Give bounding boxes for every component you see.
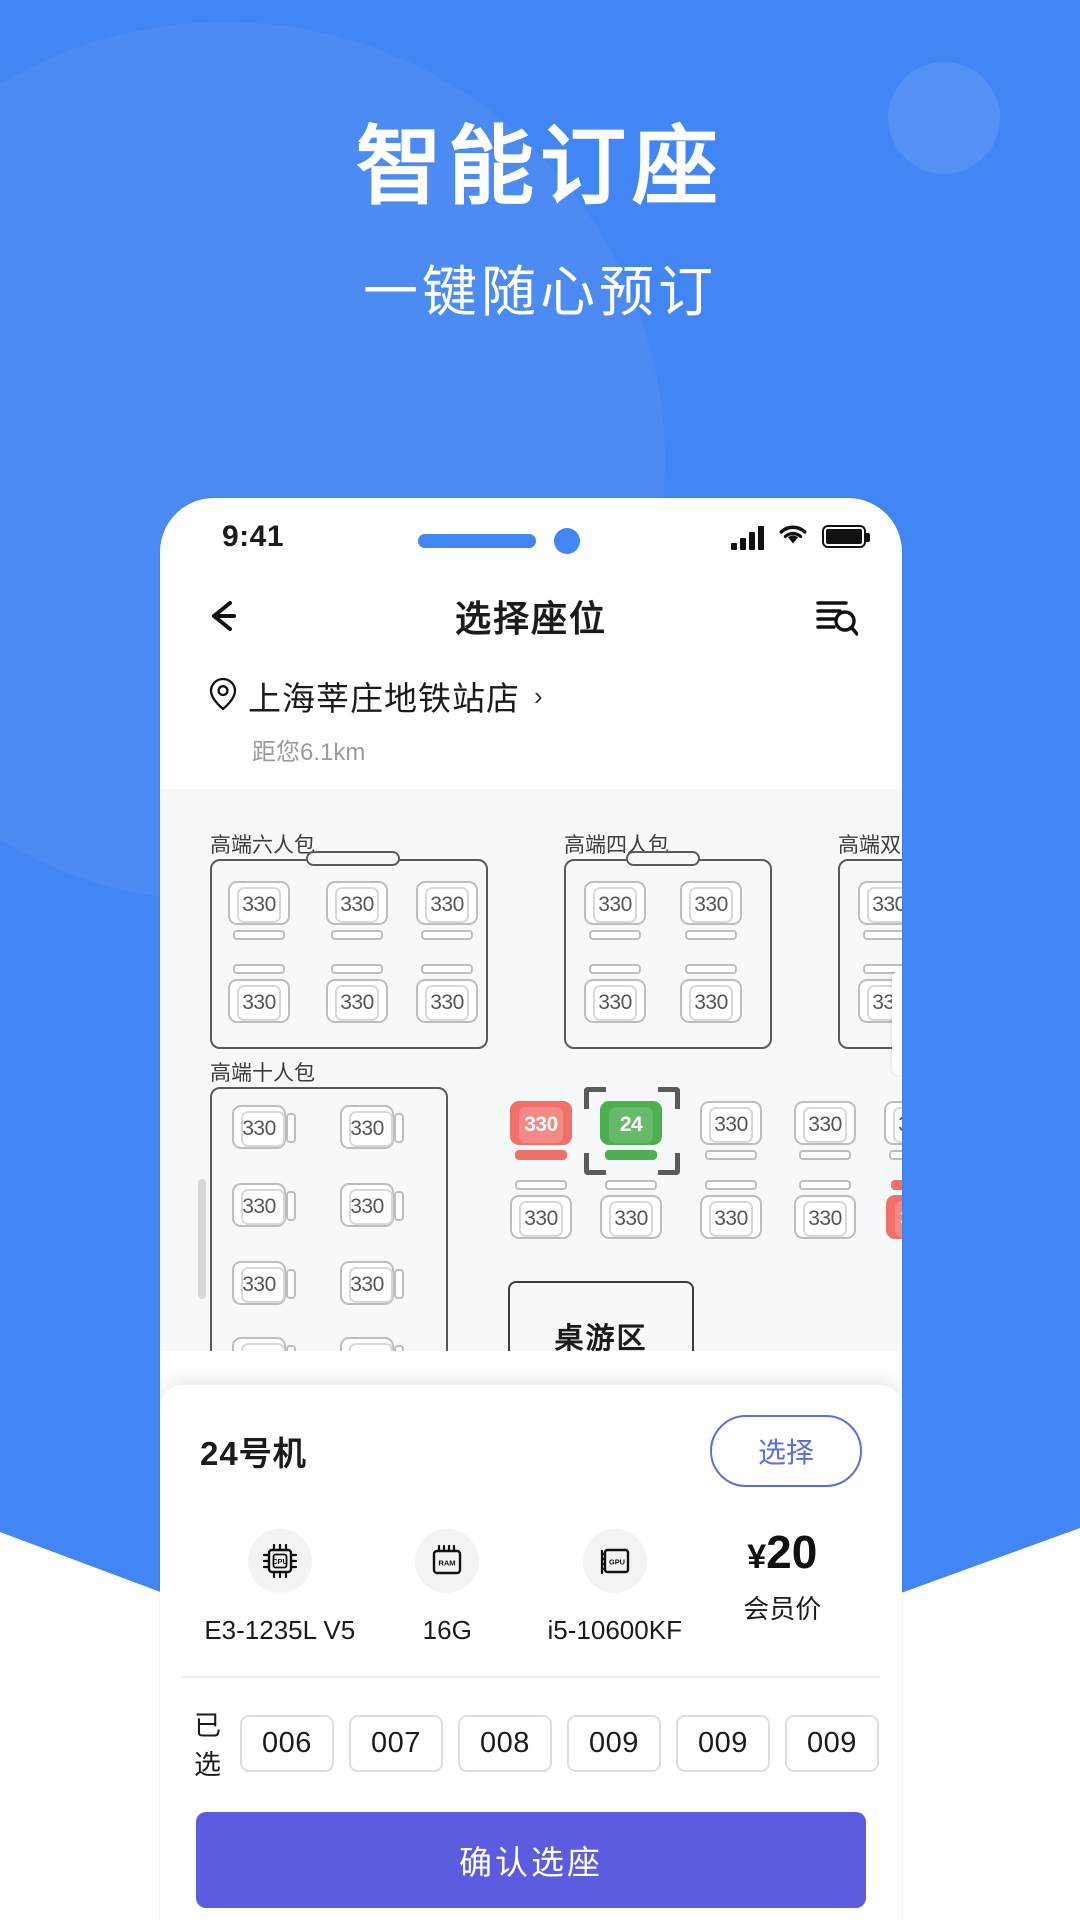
phone-mockup: 9:41 选择座位 上海莘庄地铁站店 › 距您6.1km 高端六人包 330 3… xyxy=(160,498,902,1920)
room-label-4: 高端十人包 xyxy=(210,1062,315,1085)
battery-icon xyxy=(822,525,870,548)
seat[interactable]: 330⌃ xyxy=(416,961,478,1023)
price-block: ¥20 会员价 xyxy=(699,1529,867,1626)
seat[interactable]: 330 xyxy=(340,1105,404,1167)
gpu-icon: GPU xyxy=(582,1529,647,1593)
promo-title: 智能订座 xyxy=(356,119,724,215)
room-door-1 xyxy=(306,851,400,866)
seat-detail-sheet: 24号机 选择 CPU E3-1235L V5 RAM 16G GPU i5-1… xyxy=(160,1385,902,1920)
status-bar: 9:41 xyxy=(160,498,902,570)
spec-cpu-value: E3-1235L V5 xyxy=(204,1615,356,1645)
spec-ram-value: 16G xyxy=(422,1615,472,1645)
seat[interactable]: 330⌃ xyxy=(326,961,388,1023)
svg-text:CPU: CPU xyxy=(272,1557,288,1566)
currency-symbol: ¥ xyxy=(747,1538,767,1576)
seat[interactable]: 330⌃ xyxy=(794,1177,856,1239)
seat[interactable]: 330⌄ xyxy=(794,1101,856,1163)
map-right-handle[interactable] xyxy=(892,971,902,1075)
filter-search-icon[interactable] xyxy=(814,594,859,638)
promo-text-block: 智能订座 一键随心预订 xyxy=(0,120,1080,327)
seat[interactable]: 330⌃ xyxy=(228,961,290,1023)
seat[interactable]: 330⌃ xyxy=(510,1177,572,1239)
room-door-2 xyxy=(626,851,700,866)
select-button[interactable]: 选择 xyxy=(709,1415,862,1487)
sheet-bottom-padding xyxy=(160,1908,902,1920)
store-name: 上海莘庄地铁站店 xyxy=(248,680,520,717)
chosen-label: 已选 xyxy=(194,1711,221,1780)
seat[interactable]: 330⌃ xyxy=(600,1177,662,1239)
seat-occupied[interactable]: 330⌄ xyxy=(510,1101,572,1163)
chevron-right-icon: › xyxy=(534,680,543,711)
back-arrow-icon[interactable] xyxy=(202,593,248,639)
app-navbar: 选择座位 xyxy=(160,570,902,662)
room-label-1: 高端六人包 xyxy=(210,834,315,857)
seat[interactable]: 330⌄ xyxy=(858,881,902,943)
status-bar-time: 9:41 xyxy=(222,520,285,553)
location-pin-icon xyxy=(208,677,238,716)
specs-row: CPU E3-1235L V5 RAM 16G GPU i5-10600KF ¥… xyxy=(160,1513,902,1676)
room-label-3: 高端双人包 xyxy=(838,834,902,857)
chosen-seat-chip[interactable]: 006 xyxy=(240,1714,334,1772)
svg-text:GPU: GPU xyxy=(609,1557,625,1566)
sheet-header: 24号机 选择 xyxy=(160,1385,902,1513)
seat[interactable]: 330 xyxy=(232,1183,296,1245)
confirm-seat-button[interactable]: 确认选座 xyxy=(196,1812,866,1908)
seat[interactable]: 330⌃ xyxy=(680,961,742,1023)
chosen-seat-chip[interactable]: 008 xyxy=(458,1714,552,1772)
chosen-seats-row: 已选 006 007 008 009 009 009 xyxy=(160,1678,902,1800)
cellular-signal-icon xyxy=(731,524,764,550)
seat[interactable]: 330 xyxy=(232,1337,296,1351)
store-section[interactable]: 上海莘庄地铁站店 › 距您6.1km xyxy=(160,662,902,767)
seat[interactable]: 330 xyxy=(340,1183,404,1245)
seat[interactable]: 330⌃ xyxy=(700,1177,762,1239)
status-bar-icons xyxy=(731,522,870,551)
promo-subtitle: 一键随心预订 xyxy=(362,260,717,323)
seat[interactable]: 330⌃ xyxy=(584,961,646,1023)
notch-pill-indicator xyxy=(418,534,536,548)
seat[interactable]: 330⌄ xyxy=(884,1101,902,1163)
price-value: ¥20 xyxy=(747,1529,817,1575)
svg-text:RAM: RAM xyxy=(439,1559,456,1568)
board-game-room-label: 桌游区 xyxy=(554,1323,648,1351)
seat[interactable]: 330 xyxy=(232,1261,296,1323)
seat-map[interactable]: 高端六人包 330⌄ 330⌄ 330⌄ 330⌃ 330⌃ xyxy=(160,789,902,1351)
seat-occupied[interactable]: 330⌃ xyxy=(886,1177,902,1239)
ram-icon: RAM xyxy=(415,1529,480,1593)
notch-dot-indicator xyxy=(554,528,580,554)
board-game-room[interactable]: 桌游区 xyxy=(508,1281,694,1351)
spec-ram: RAM 16G xyxy=(364,1529,532,1646)
chosen-seat-chip[interactable]: 009 xyxy=(676,1714,770,1772)
seat-selected[interactable]: 24⌄ xyxy=(600,1101,662,1163)
cpu-icon: CPU xyxy=(247,1529,312,1593)
screenshot-root: 智能订座 一键随心预订 9:41 选择座位 上海莘庄地铁站店 › 距您6.1km… xyxy=(0,0,1080,1920)
wifi-icon xyxy=(777,522,809,551)
spec-gpu-value: i5-10600KF xyxy=(547,1615,682,1645)
map-vertical-scrollbar[interactable] xyxy=(198,1179,206,1299)
price-label: 会员价 xyxy=(743,1594,822,1624)
selected-seat-title: 24号机 xyxy=(200,1435,307,1472)
spec-cpu: CPU E3-1235L V5 xyxy=(196,1529,364,1646)
store-line[interactable]: 上海莘庄地铁站店 › xyxy=(208,672,854,720)
chosen-seat-chip[interactable]: 009 xyxy=(567,1714,661,1772)
seat[interactable]: 330 xyxy=(340,1337,404,1351)
spec-gpu: GPU i5-10600KF xyxy=(531,1529,699,1646)
seat[interactable]: 330 xyxy=(340,1261,404,1323)
chosen-seat-chip[interactable]: 009 xyxy=(785,1714,879,1772)
store-distance: 距您6.1km xyxy=(252,739,366,766)
seat[interactable]: 330⌄ xyxy=(680,881,742,943)
seat[interactable]: 330 xyxy=(232,1105,296,1167)
price-amount: 20 xyxy=(766,1526,818,1578)
seat[interactable]: 330⌄ xyxy=(326,881,388,943)
chosen-seat-chip[interactable]: 007 xyxy=(349,1714,443,1772)
seat[interactable]: 330⌄ xyxy=(584,881,646,943)
seat[interactable]: 330⌄ xyxy=(416,881,478,943)
seat[interactable]: 330⌄ xyxy=(228,881,290,943)
page-title: 选择座位 xyxy=(454,598,607,639)
seat[interactable]: 330⌄ xyxy=(700,1101,762,1163)
